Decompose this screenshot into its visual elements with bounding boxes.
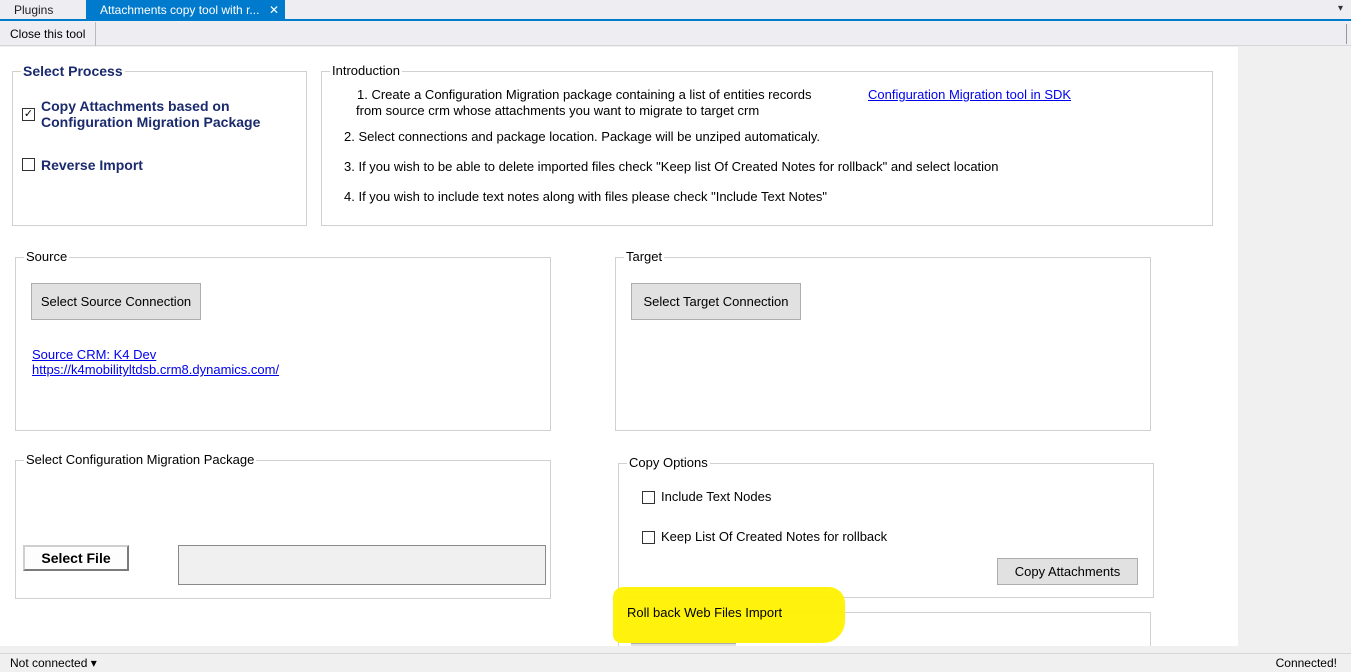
select-target-connection-button[interactable]: Select Target Connection bbox=[631, 283, 801, 320]
include-text-nodes-checkbox[interactable] bbox=[642, 491, 655, 504]
copy-attachments-label-line1: Copy Attachments based on bbox=[41, 98, 230, 114]
tab-strip: Plugins Attachments copy tool with r... … bbox=[0, 0, 1351, 21]
intro-step3: 3. If you wish to be able to delete impo… bbox=[344, 159, 999, 174]
connection-status-dropdown[interactable]: Not connected ▾ bbox=[10, 654, 97, 672]
select-source-connection-button[interactable]: Select Source Connection bbox=[31, 283, 201, 320]
introduction-group: Introduction 1. Create a Configuration M… bbox=[321, 63, 1213, 226]
tab-attachments-copy-tool[interactable]: Attachments copy tool with r... ✕ bbox=[86, 0, 285, 20]
connection-status-text: Connected! bbox=[1275, 656, 1337, 670]
reverse-import-label[interactable]: Reverse Import bbox=[41, 157, 143, 173]
tab-label: Plugins bbox=[14, 3, 54, 17]
select-process-title: Select Process bbox=[21, 63, 125, 79]
rollback-title: Roll back Web Files Import bbox=[627, 605, 783, 620]
close-icon[interactable]: ✕ bbox=[269, 0, 279, 20]
sdk-link[interactable]: Configuration Migration tool in SDK bbox=[868, 87, 1071, 103]
introduction-title: Introduction bbox=[330, 63, 402, 79]
copy-attachments-label-line2: Configuration Migration Package bbox=[41, 114, 261, 130]
intro-step4: 4. If you wish to include text notes alo… bbox=[344, 189, 828, 204]
source-group: Source Select Source Connection Source C… bbox=[15, 249, 551, 431]
rollback-button-edge[interactable] bbox=[631, 643, 736, 646]
intro-step1-line2: from source crm whose attachments you wa… bbox=[356, 103, 760, 118]
keep-list-checkbox[interactable] bbox=[642, 531, 655, 544]
package-title: Select Configuration Migration Package bbox=[24, 452, 257, 468]
target-title: Target bbox=[624, 249, 665, 265]
right-gutter bbox=[1238, 47, 1351, 646]
package-path-field bbox=[178, 545, 546, 585]
source-crm-link[interactable]: Source CRM: K4 Dev bbox=[32, 347, 156, 362]
status-bar: Not connected ▾ Connected! bbox=[0, 653, 1351, 671]
intro-step1-line1: 1. Create a Configuration Migration pack… bbox=[357, 87, 812, 102]
include-text-nodes-label[interactable]: Include Text Nodes bbox=[661, 489, 771, 504]
package-group: Select Configuration Migration Package S… bbox=[15, 452, 551, 599]
close-tool-button[interactable]: Close this tool bbox=[0, 22, 97, 46]
chevron-down-icon[interactable]: ▾ bbox=[1338, 3, 1343, 14]
toolbar-separator bbox=[1346, 24, 1347, 44]
source-title: Source bbox=[24, 249, 70, 265]
keep-list-label[interactable]: Keep List Of Created Notes for rollback bbox=[661, 529, 887, 544]
copy-attachments-label[interactable]: Copy Attachments based on Configuration … bbox=[41, 98, 260, 130]
copy-attachments-checkbox[interactable]: ✓ bbox=[22, 108, 35, 121]
target-group: Target Select Target Connection bbox=[615, 249, 1151, 431]
copy-attachments-button[interactable]: Copy Attachments bbox=[997, 558, 1138, 585]
copy-options-title: Copy Options bbox=[627, 455, 710, 471]
copy-options-group: Copy Options Include Text Nodes Keep Lis… bbox=[618, 455, 1154, 598]
select-file-button[interactable]: Select File bbox=[23, 545, 129, 571]
tool-content: Select Process ✓ Copy Attachments based … bbox=[0, 47, 1238, 646]
tab-label: Attachments copy tool with r... bbox=[100, 3, 260, 17]
tab-plugins[interactable]: Plugins bbox=[0, 0, 67, 20]
reverse-import-checkbox[interactable] bbox=[22, 158, 35, 171]
intro-step2: 2. Select connections and package locati… bbox=[344, 129, 820, 144]
toolbar: Close this tool bbox=[0, 22, 1351, 46]
source-crm-url[interactable]: https://k4mobilityltdsb.crm8.dynamics.co… bbox=[32, 362, 279, 377]
select-process-group: Select Process ✓ Copy Attachments based … bbox=[12, 63, 307, 226]
